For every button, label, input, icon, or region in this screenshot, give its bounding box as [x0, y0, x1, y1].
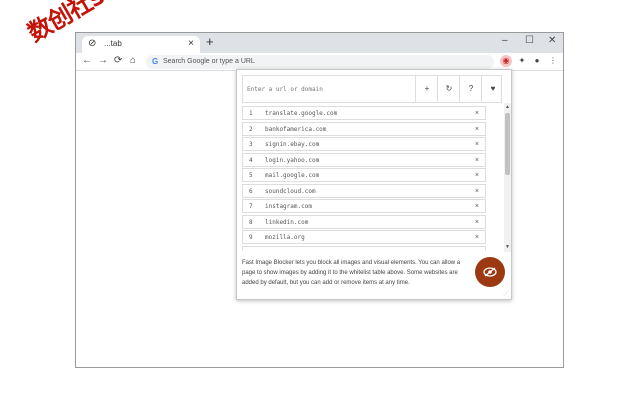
row-domain: instagram.com	[265, 203, 312, 210]
whitelist-row: 1 translate.google.com ×	[242, 106, 486, 120]
row-number: 6	[249, 187, 253, 195]
add-button[interactable]: +	[415, 76, 438, 102]
remove-row-icon[interactable]: ×	[475, 202, 479, 211]
remove-row-icon[interactable]: ×	[475, 233, 479, 242]
whitelist-row: 10 amazon.com ×	[242, 245, 486, 251]
row-domain: soundcloud.com	[265, 187, 316, 195]
extension-description: Fast Image Blocker lets you block all im…	[242, 260, 461, 286]
remove-row-icon[interactable]: ×	[475, 109, 479, 118]
remove-row-icon[interactable]: ×	[475, 156, 479, 165]
remove-row-icon[interactable]: ×	[475, 187, 479, 196]
toggle-blocking-button[interactable]	[475, 257, 505, 287]
puzzle-icon[interactable]: ✦	[516, 55, 528, 67]
remove-row-icon[interactable]: ×	[475, 140, 479, 149]
menu-button[interactable]: ⋮	[547, 55, 559, 67]
favorite-button[interactable]: ♥	[481, 76, 504, 102]
whitelist-row: 8 linkedin.com ×	[242, 214, 486, 229]
whitelist-row: 7 instagram.com ×	[242, 199, 486, 213]
row-domain: mozilla.org	[265, 234, 305, 241]
row-domain: bankofamerica.com	[265, 125, 327, 133]
whitelist-row: 2 bankofamerica.com ×	[242, 121, 486, 136]
back-button[interactable]: ←	[82, 54, 92, 68]
add-url-row: + ↻ ? ♥	[242, 75, 502, 103]
row-domain: amazon.com	[265, 249, 301, 251]
refresh-button[interactable]: ↻	[437, 76, 460, 102]
whitelist-row: 5 mail.google.com ×	[242, 168, 486, 182]
row-number: 10	[249, 249, 256, 251]
row-domain: translate.google.com	[265, 110, 338, 117]
extension-popup: + ↻ ? ♥ 1 translate.google.com × 2 bankofame…	[236, 69, 512, 300]
tab-title: ...tab	[104, 39, 122, 48]
scroll-thumb[interactable]	[505, 113, 510, 175]
whitelist-row: 9 mozilla.org ×	[242, 230, 486, 244]
address-bar[interactable]: G Search Google or type a URL	[146, 55, 494, 69]
row-number: 9	[249, 234, 253, 241]
forward-button[interactable]: →	[98, 54, 108, 68]
url-input[interactable]	[247, 81, 417, 97]
row-number: 1	[249, 110, 253, 117]
tab-close-icon[interactable]: ×	[188, 38, 194, 50]
home-button[interactable]: ⌂	[130, 54, 136, 68]
image-blocker-extension-icon[interactable]: ◉	[500, 55, 512, 67]
row-domain: login.yahoo.com	[265, 156, 320, 164]
new-tab-button[interactable]: +	[206, 35, 214, 49]
address-placeholder: Search Google or type a URL	[163, 58, 255, 65]
row-domain: signin.ebay.com	[265, 141, 320, 148]
row-domain: mail.google.com	[265, 172, 320, 179]
scroll-down-icon[interactable]: ▼	[504, 244, 511, 250]
remove-row-icon[interactable]: ×	[475, 125, 479, 134]
maximize-button[interactable]: ☐	[525, 34, 534, 48]
profile-icon[interactable]: ●	[531, 55, 543, 67]
tab-strip: ⊘ ...tab × + – ☐ ✕	[76, 33, 563, 53]
minimize-button[interactable]: –	[502, 34, 508, 48]
help-button[interactable]: ?	[459, 76, 482, 102]
row-domain: linkedin.com	[265, 218, 309, 226]
tab-active[interactable]: ⊘ ...tab ×	[82, 36, 200, 53]
google-g-icon: G	[152, 57, 159, 66]
remove-row-icon[interactable]: ×	[475, 171, 479, 180]
row-number: 7	[249, 203, 253, 210]
row-number: 8	[249, 218, 253, 226]
whitelist-scrollbar[interactable]: ▲ ▼	[504, 103, 511, 252]
scroll-up-icon[interactable]: ▲	[504, 104, 511, 110]
row-number: 4	[249, 156, 253, 164]
whitelist-row: 4 login.yahoo.com ×	[242, 152, 486, 167]
globe-icon: ⊘	[88, 38, 97, 49]
row-number: 2	[249, 125, 253, 133]
whitelist-table: 1 translate.google.com × 2 bankofamerica.com…	[242, 106, 500, 250]
close-window-button[interactable]: ✕	[548, 34, 556, 48]
row-number: 3	[249, 141, 253, 148]
whitelist-row: 3 signin.ebay.com ×	[242, 137, 486, 151]
remove-row-icon[interactable]: ×	[475, 249, 479, 251]
whitelist-row: 6 soundcloud.com ×	[242, 183, 486, 198]
remove-row-icon[interactable]: ×	[475, 218, 479, 227]
row-number: 5	[249, 172, 253, 179]
resize-grip-icon[interactable]: ⋰	[503, 291, 509, 297]
reload-button[interactable]: ⟳	[114, 54, 122, 68]
eye-slash-icon	[483, 267, 497, 277]
